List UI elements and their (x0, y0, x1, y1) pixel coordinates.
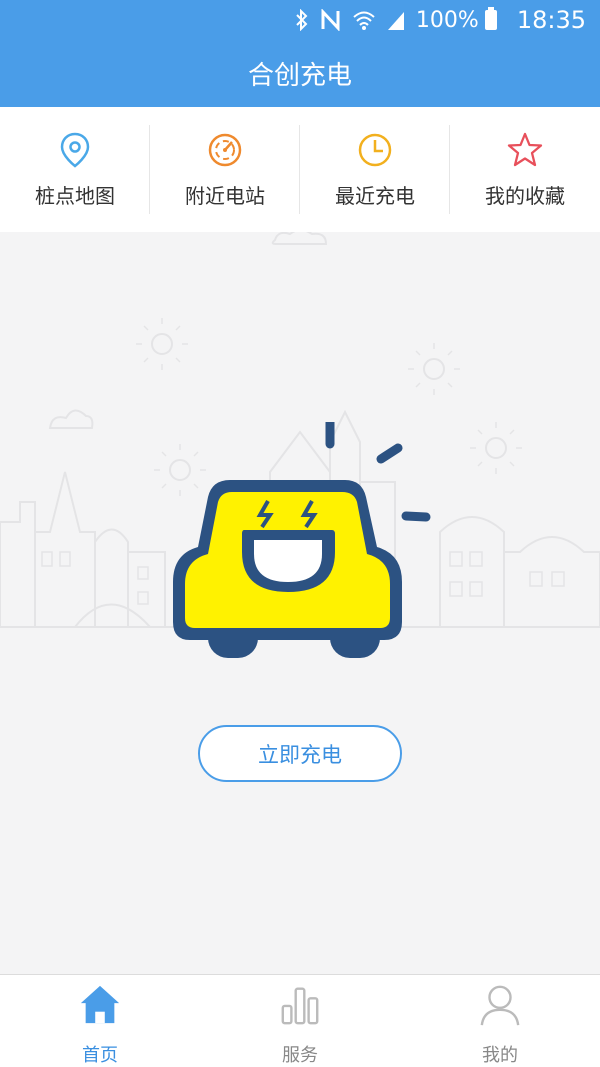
wifi-icon (352, 9, 376, 31)
status-bar: 100% 18:35 (0, 0, 600, 40)
clock-icon (358, 133, 392, 167)
quick-nav: 桩点地图 附近电站 最近充电 我的收藏 (0, 107, 600, 232)
quick-nav-label: 附近电站 (185, 184, 265, 208)
clock-time: 18:35 (516, 6, 586, 34)
user-icon (480, 985, 520, 1026)
battery-icon (484, 7, 497, 30)
quick-nav-recent[interactable]: 最近充电 (300, 107, 450, 232)
battery-percentage: 100% (415, 7, 479, 33)
signal-icon (386, 10, 406, 30)
quick-nav-label: 最近充电 (335, 184, 415, 208)
location-pin-icon (60, 132, 90, 168)
nfc-icon (320, 9, 342, 31)
main-content: 立即充电 (0, 232, 600, 974)
tab-label: 服务 (282, 1045, 318, 1066)
tab-label: 我的 (482, 1045, 518, 1066)
radar-icon (208, 133, 242, 167)
tab-home[interactable]: 首页 (0, 975, 200, 1067)
star-icon (507, 132, 543, 167)
tab-service[interactable]: 服务 (200, 975, 400, 1067)
quick-nav-favorites[interactable]: 我的收藏 (450, 107, 600, 232)
charging-car-mascot (173, 422, 431, 658)
page-title: 合创充电 (247, 61, 352, 91)
tab-profile[interactable]: 我的 (400, 975, 600, 1067)
app-title-bar: 合创充电 (0, 40, 600, 107)
quick-nav-label: 桩点地图 (35, 184, 115, 208)
quick-nav-nearby[interactable]: 附近电站 (150, 107, 300, 232)
quick-nav-label: 我的收藏 (485, 184, 565, 208)
home-icon (80, 985, 120, 1024)
bottom-tab-bar: 首页 服务 我的 (0, 974, 600, 1067)
bluetooth-icon (294, 9, 310, 31)
bar-chart-icon (281, 987, 319, 1025)
charge-now-button[interactable]: 立即充电 (198, 725, 402, 782)
tab-label: 首页 (82, 1045, 118, 1066)
quick-nav-map[interactable]: 桩点地图 (0, 107, 150, 232)
